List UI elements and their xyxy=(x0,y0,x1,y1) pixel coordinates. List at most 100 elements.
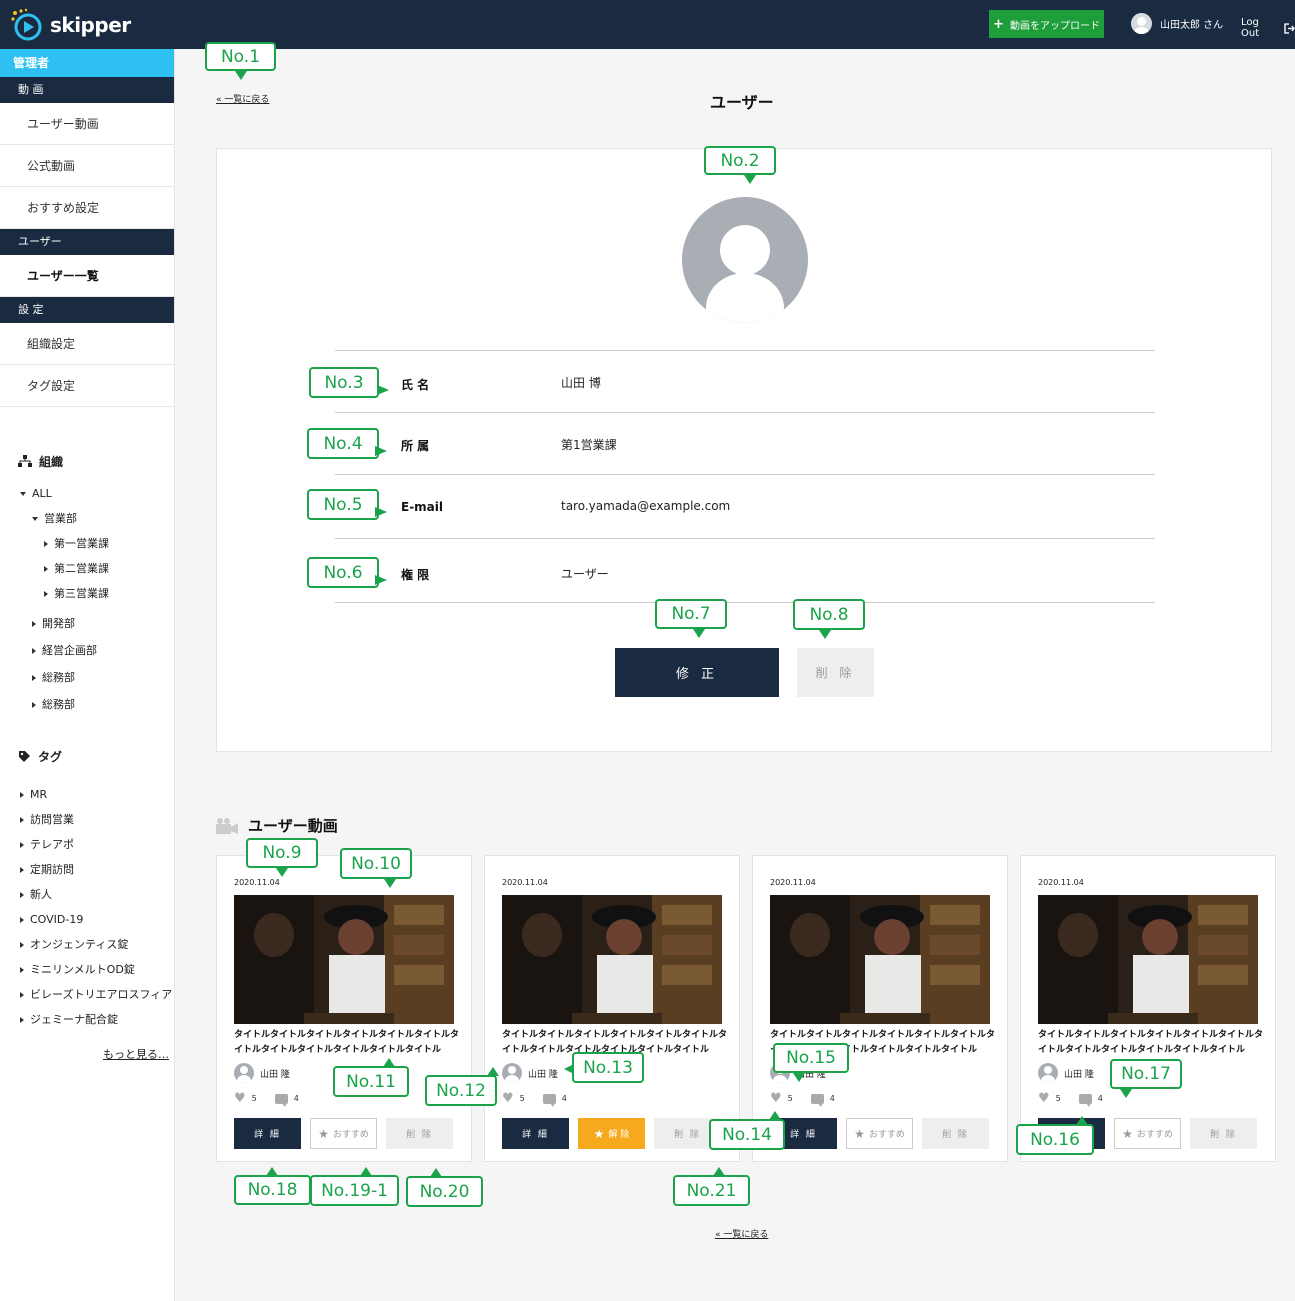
upload-video-button[interactable]: + 動画をアップロード xyxy=(989,10,1104,38)
logout-icon xyxy=(1284,22,1295,34)
video-date: 2020.11.04 xyxy=(1038,878,1084,887)
annotation-callout: No.1 xyxy=(205,42,276,71)
callout-pointer xyxy=(377,385,389,395)
annotation-callout: No.3 xyxy=(309,367,379,398)
field-label-role: 権 限 xyxy=(401,568,430,582)
tree-item-general-2[interactable]: 総務部 xyxy=(18,691,174,718)
tag-item[interactable]: ミニリンメルトOD錠 xyxy=(18,957,174,982)
video-recommend-button[interactable]: ★ おすすめ xyxy=(846,1118,913,1149)
annotation-callout: No.7 xyxy=(655,599,727,629)
tree-item-all[interactable]: ALL xyxy=(18,481,174,506)
comment-icon[interactable] xyxy=(1078,1093,1092,1107)
video-title[interactable]: タイトルタイトルタイトルタイトルタイトルタイトルタイトルタイトルタイトルタイトル… xyxy=(1038,1028,1263,1058)
heart-icon[interactable]: ♥ xyxy=(770,1092,782,1105)
video-date: 2020.11.04 xyxy=(770,878,816,887)
annotation-callout: No.6 xyxy=(307,557,379,588)
video-thumbnail[interactable] xyxy=(234,895,454,1024)
tree-item-sales-2[interactable]: 第二営業課 xyxy=(18,556,174,581)
logout-link[interactable]: Log Out xyxy=(1241,17,1295,39)
org-tree: 組織 ALL 営業部 第一営業課 第二営業課 第三営業課 開発部 経営企画部 総… xyxy=(0,453,174,1032)
heart-icon[interactable]: ♥ xyxy=(502,1092,514,1105)
video-delete-button[interactable]: 削 除 xyxy=(922,1118,989,1149)
video-delete-button[interactable]: 削 除 xyxy=(1190,1118,1257,1149)
sidebar: 管理者 動 画 ユーザー動画 公式動画 おすすめ設定 ユーザー ユーザー一覧 設… xyxy=(0,49,175,1301)
callout-pointer xyxy=(769,1111,781,1120)
tree-item-general-1[interactable]: 総務部 xyxy=(18,664,174,691)
upload-label: 動画をアップロード xyxy=(1009,20,1100,32)
caret-right-icon xyxy=(44,565,48,572)
tag-item[interactable]: 訪問営業 xyxy=(18,807,174,832)
annotation-callout: No.5 xyxy=(307,489,379,520)
caret-right-icon xyxy=(20,991,24,998)
back-to-list-link[interactable]: « 一覧に戻る xyxy=(216,92,269,105)
tag-item[interactable]: MR xyxy=(18,782,174,807)
sidebar-item-user-list[interactable]: ユーザー一覧 xyxy=(0,255,174,297)
comment-icon[interactable] xyxy=(810,1093,824,1107)
video-detail-button[interactable]: 詳 細 xyxy=(502,1118,569,1149)
callout-pointer xyxy=(375,575,387,585)
heart-icon[interactable]: ♥ xyxy=(234,1092,246,1105)
video-stats: ♥ 5 4 xyxy=(502,1091,567,1107)
tag-item[interactable]: ジェミーナ配合錠 xyxy=(18,1007,174,1032)
annotation-callout: No.8 xyxy=(793,599,865,630)
tag-item[interactable]: ビレーズトリエアロスフィア xyxy=(18,982,174,1007)
video-stats: ♥ 5 4 xyxy=(770,1091,835,1107)
tree-item-dev[interactable]: 開発部 xyxy=(18,610,174,637)
delete-button[interactable]: 削 除 xyxy=(797,648,874,697)
callout-pointer xyxy=(383,1058,395,1067)
video-date: 2020.11.04 xyxy=(502,878,548,887)
tree-item-sales-1[interactable]: 第一営業課 xyxy=(18,531,174,556)
sidebar-item-tag-settings[interactable]: タグ設定 xyxy=(0,365,174,407)
sidebar-admin-label: 管理者 xyxy=(0,49,174,77)
tree-item-sales[interactable]: 営業部 xyxy=(18,506,174,531)
org-tree-title: 組織 xyxy=(18,453,174,469)
video-recommend-button[interactable]: ★ おすすめ xyxy=(1114,1118,1181,1149)
video-date: 2020.11.04 xyxy=(234,878,280,887)
caret-right-icon xyxy=(20,791,24,798)
callout-pointer xyxy=(1120,1089,1132,1098)
video-recommend-button[interactable]: ★ 解 除 xyxy=(578,1118,645,1149)
heart-icon[interactable]: ♥ xyxy=(1038,1092,1050,1105)
caret-right-icon xyxy=(32,701,36,708)
video-detail-button[interactable]: 詳 細 xyxy=(234,1118,301,1149)
video-card: 2020.11.04 タイトルタイトルタイトルタイトルタイトルタイトルタイトルタイ… xyxy=(752,855,1008,1162)
more-tags-link[interactable]: もっと見る… xyxy=(103,1046,169,1062)
user-menu[interactable]: 山田太郎 さん xyxy=(1131,13,1223,34)
video-owner: 山田 隆 xyxy=(502,1063,558,1083)
owner-avatar-icon xyxy=(234,1063,254,1083)
callout-pointer xyxy=(1076,1116,1088,1125)
org-icon xyxy=(18,455,32,467)
edit-button[interactable]: 修 正 xyxy=(615,648,779,697)
bottom-back-to-list-link[interactable]: « 一覧に戻る xyxy=(715,1227,768,1240)
comment-icon[interactable] xyxy=(274,1093,288,1107)
tag-item[interactable]: 定期訪問 xyxy=(18,857,174,882)
caret-right-icon xyxy=(20,941,24,948)
video-thumbnail[interactable] xyxy=(770,895,990,1024)
video-thumbnail[interactable] xyxy=(1038,895,1258,1024)
star-icon: ★ xyxy=(854,1126,865,1141)
tag-item[interactable]: オンジェンティス錠 xyxy=(18,932,174,957)
video-delete-button[interactable]: 削 除 xyxy=(386,1118,453,1149)
sidebar-item-official-videos[interactable]: 公式動画 xyxy=(0,145,174,187)
plus-icon: + xyxy=(993,16,1004,32)
tag-item[interactable]: テレアポ xyxy=(18,832,174,857)
logo[interactable]: skipper xyxy=(10,8,131,42)
comment-icon[interactable] xyxy=(542,1093,556,1107)
tree-item-planning[interactable]: 経営企画部 xyxy=(18,637,174,664)
video-recommend-button[interactable]: ★ おすすめ xyxy=(310,1118,377,1149)
annotation-callout: No.19-1 xyxy=(310,1175,399,1206)
annotation-callout: No.2 xyxy=(704,146,776,175)
user-avatar-icon xyxy=(682,197,808,323)
sidebar-item-org-settings[interactable]: 組織設定 xyxy=(0,323,174,365)
caret-right-icon xyxy=(32,674,36,681)
sidebar-item-recommend-settings[interactable]: おすすめ設定 xyxy=(0,187,174,229)
tag-item[interactable]: COVID-19 xyxy=(18,907,174,932)
caret-right-icon xyxy=(20,916,24,923)
caret-right-icon xyxy=(32,647,36,654)
video-thumbnail[interactable] xyxy=(502,895,722,1024)
video-title[interactable]: タイトルタイトルタイトルタイトルタイトルタイトルタイトルタイトルタイトルタイトル… xyxy=(234,1028,459,1058)
sidebar-item-user-videos[interactable]: ユーザー動画 xyxy=(0,103,174,145)
tag-item[interactable]: 新人 xyxy=(18,882,174,907)
annotation-callout: No.9 xyxy=(246,838,318,868)
tree-item-sales-3[interactable]: 第三営業課 xyxy=(18,581,174,606)
